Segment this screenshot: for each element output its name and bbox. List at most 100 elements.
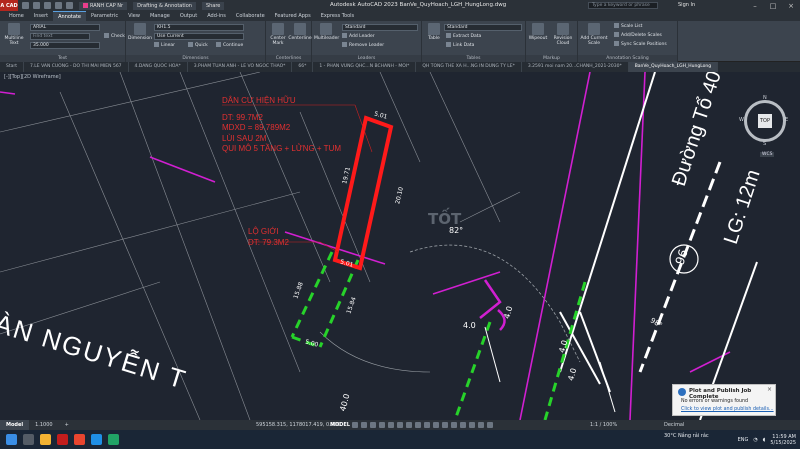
layer-chip[interactable]: RANH CAP Nr <box>79 1 128 10</box>
text-style-dropdown[interactable]: ARIAL <box>30 24 100 31</box>
file-tab[interactable]: 4.DANG QUOC HOA* <box>129 62 188 72</box>
osnap-icon[interactable] <box>388 422 394 428</box>
wifi-icon[interactable]: ◔ <box>753 437 757 443</box>
open-icon[interactable] <box>33 2 40 9</box>
tab-parametric[interactable]: Parametric <box>86 11 123 21</box>
tab-add-ins[interactable]: Add-ins <box>202 11 231 21</box>
add-leader-button[interactable]: Add Leader <box>342 33 375 40</box>
start-icon[interactable] <box>6 434 17 445</box>
tab-express-tools[interactable]: Express Tools <box>316 11 359 21</box>
new-icon[interactable] <box>22 2 29 9</box>
workspace-dropdown[interactable]: Drafting & Annotation <box>133 1 196 10</box>
table-button[interactable]: Table <box>422 23 446 41</box>
centerline-button[interactable]: Centerline <box>288 23 312 41</box>
redo-icon[interactable] <box>66 2 73 9</box>
link-data-button[interactable]: Link Data <box>446 42 474 49</box>
tab-annotate[interactable]: Annotate <box>53 10 86 22</box>
file-tab[interactable]: 3.PHAM TUAN ANH - LE VO NGOC THAO* <box>188 62 293 72</box>
grid-icon[interactable] <box>352 422 358 428</box>
dynamic-ucs-icon[interactable] <box>433 422 439 428</box>
file-tab[interactable]: 7.LE VAN CUONG - DO THI MAI MIEN 567 <box>24 62 129 72</box>
search-icon[interactable] <box>23 434 34 445</box>
hardware-icon[interactable] <box>478 422 484 428</box>
file-tab[interactable]: 1 - PHAN VUNG QHC...N BCHANH - MOI* <box>313 62 417 72</box>
scale-list-button[interactable]: Scale List <box>614 23 642 30</box>
file-explorer-icon[interactable] <box>40 434 51 445</box>
model-tab[interactable]: Model <box>0 420 30 430</box>
volume-icon[interactable]: ◖ <box>763 437 766 443</box>
close-icon[interactable]: × <box>767 386 772 393</box>
tab-output[interactable]: Output <box>175 11 202 21</box>
share-button[interactable]: Share <box>201 1 225 10</box>
center-mark-button[interactable]: Center Mark <box>266 23 290 46</box>
add-current-scale-button[interactable]: Add Current Scale <box>580 23 608 46</box>
snap-icon[interactable] <box>361 422 367 428</box>
remove-leader-button[interactable]: Remove Leader <box>342 42 384 49</box>
units-dropdown[interactable]: Decimal <box>664 420 684 430</box>
dim-style-dropdown[interactable]: KH1.5 <box>154 24 244 31</box>
file-tab-start[interactable]: Start <box>0 62 24 72</box>
revision-cloud-button[interactable]: Revision Cloud <box>551 23 575 46</box>
file-tab-active[interactable]: BanVe_QuyHoach_LGH_HungLong <box>628 62 719 72</box>
undo-icon[interactable] <box>55 2 62 9</box>
search-input[interactable]: Type a keyword or phrase <box>588 2 658 9</box>
chrome-icon[interactable] <box>74 434 85 445</box>
tab-manage[interactable]: Manage <box>145 11 175 21</box>
dim-layer-dropdown[interactable]: Use Current <box>154 33 244 40</box>
clock[interactable]: 11:59 AM 5/15/2025 <box>770 434 796 446</box>
annotation-visibility-icon[interactable] <box>442 422 448 428</box>
clean-screen-icon[interactable] <box>487 422 493 428</box>
language-indicator[interactable]: ENG <box>738 437 749 443</box>
autocad-logo-icon[interactable]: A CAD <box>0 0 18 11</box>
check-spelling-button[interactable]: Check <box>104 33 125 40</box>
add-delete-scales-button[interactable]: Add/Delete Scales <box>614 32 662 39</box>
file-tab[interactable]: 3.2591 moi nam 20...CHANH_2021-2030* <box>522 62 629 72</box>
east-label[interactable]: E <box>785 117 788 123</box>
transparency-icon[interactable] <box>415 422 421 428</box>
sign-in-button[interactable]: Sign In <box>678 0 695 11</box>
extract-data-button[interactable]: Extract Data <box>446 33 481 40</box>
minimize-icon[interactable]: – <box>746 0 764 11</box>
south-label[interactable]: S <box>763 141 766 147</box>
linear-button[interactable]: Linear <box>154 42 175 49</box>
plot-publish-notification[interactable]: Plot and Publish Job Complete × No error… <box>672 384 776 416</box>
ortho-icon[interactable] <box>370 422 376 428</box>
save-icon[interactable] <box>44 2 51 9</box>
close-icon[interactable]: × <box>782 0 800 11</box>
viewcube-top-face[interactable]: TOP <box>758 114 772 128</box>
continue-button[interactable]: Continue <box>216 42 243 49</box>
notification-link[interactable]: Click to view plot and publish details..… <box>681 407 774 412</box>
multileader-button[interactable]: Multileader <box>314 23 339 41</box>
sync-scale-positions-button[interactable]: Sync Scale Positions <box>614 41 667 48</box>
viewcube[interactable]: TOP N S E W <box>739 95 788 147</box>
quick-button[interactable]: Quick <box>188 42 208 49</box>
text-height-input[interactable]: 35.000 <box>30 42 100 49</box>
model-space-toggle[interactable]: MODEL <box>330 420 350 430</box>
tab-home[interactable]: Home <box>4 11 29 21</box>
file-tab[interactable]: 66* <box>292 62 314 72</box>
table-style-dropdown[interactable]: Standard <box>444 24 522 31</box>
viewport-label[interactable]: [-][Top][2D Wireframe] <box>4 74 61 80</box>
workspace-icon[interactable] <box>460 422 466 428</box>
add-layout-icon[interactable]: + <box>59 420 75 430</box>
layout-tab[interactable]: 1.1000 <box>29 420 59 430</box>
otrack-icon[interactable] <box>397 422 403 428</box>
autocad-taskbar-icon[interactable] <box>57 434 68 445</box>
tab-insert[interactable]: Insert <box>29 11 53 21</box>
tab-featured-apps[interactable]: Featured Apps <box>270 11 316 21</box>
coordinates-readout[interactable]: 595158.315, 1178017.419, 0.000 <box>256 420 340 430</box>
annotation-scale[interactable]: 1:1 / 100% <box>590 420 617 430</box>
weather-widget[interactable]: 30°C Nắng rải rác <box>664 433 709 439</box>
leader-style-dropdown[interactable]: Standard <box>342 24 418 31</box>
autoscale-icon[interactable] <box>451 422 457 428</box>
selection-cycling-icon[interactable] <box>424 422 430 428</box>
wipeout-button[interactable]: Wipeout <box>526 23 550 41</box>
zalo-icon[interactable] <box>91 434 102 445</box>
west-label[interactable]: W <box>739 117 744 123</box>
polar-icon[interactable] <box>379 422 385 428</box>
tab-view[interactable]: View <box>123 11 145 21</box>
tab-collaborate[interactable]: Collaborate <box>231 11 270 21</box>
dimension-button[interactable]: Dimension <box>128 23 152 41</box>
excel-icon[interactable] <box>108 434 119 445</box>
maximize-icon[interactable]: □ <box>764 0 782 11</box>
